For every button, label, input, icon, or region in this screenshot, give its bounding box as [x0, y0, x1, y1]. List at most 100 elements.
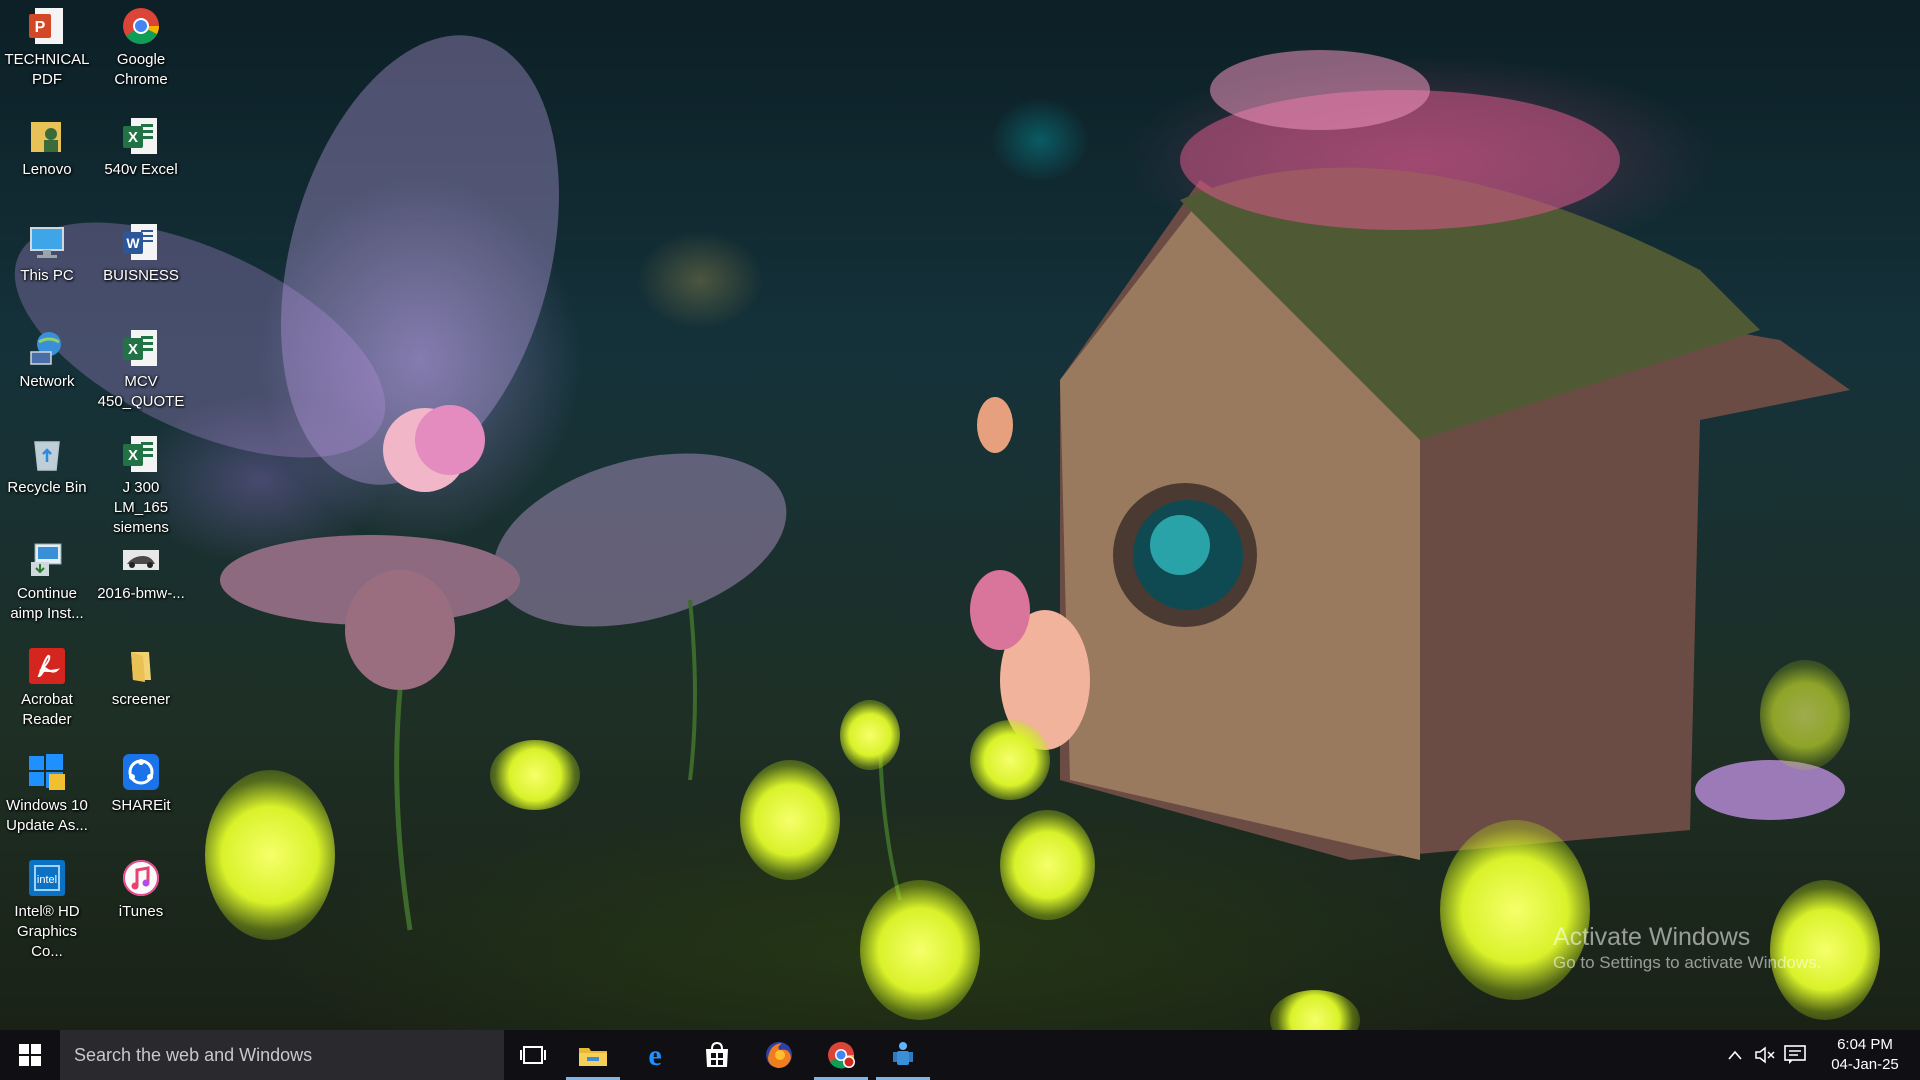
- desktop-icon-recycle-bin[interactable]: Recycle Bin: [0, 430, 94, 530]
- svg-text:X: X: [128, 447, 138, 464]
- desktop-icon-label: 540v Excel: [104, 161, 178, 178]
- edge-icon: e: [648, 1041, 661, 1069]
- svg-text:intel: intel: [37, 874, 57, 886]
- desktop-wallpaper[interactable]: P TECHNICAL PDF Google Chrome Lenovo X 5…: [0, 0, 1920, 1030]
- firefox-icon: [766, 1042, 792, 1068]
- excel-icon: X: [121, 116, 161, 156]
- desktop-icon-2016-bmw[interactable]: 2016-bmw-...: [94, 536, 188, 636]
- store-icon: [706, 1041, 728, 1067]
- itunes-icon: [121, 858, 161, 898]
- desktop-icon-label: Recycle Bin: [7, 479, 87, 496]
- desktop-icon-network[interactable]: Network: [0, 324, 94, 424]
- chrome-icon: [828, 1042, 855, 1069]
- glow-bulb: [1000, 810, 1095, 920]
- desktop-icon-label: MCV 450_QUOTE: [97, 373, 185, 410]
- powerpoint-icon: P: [27, 6, 67, 46]
- svg-text:P: P: [35, 19, 46, 36]
- desktop-icon-540v-excel[interactable]: X 540v Excel: [94, 112, 188, 212]
- folder-icon: [121, 646, 161, 686]
- glow-bulb: [840, 700, 900, 770]
- desktop-icon-label: Intel® HD Graphics Co...: [14, 903, 80, 960]
- search-placeholder: Search the web and Windows: [74, 1044, 313, 1065]
- taskbar-chrome[interactable]: [810, 1030, 872, 1080]
- desktop-icon-label: Google Chrome: [114, 51, 168, 88]
- network-icon: [27, 328, 67, 368]
- desktop-icon-mcv-450-quote[interactable]: X MCV 450_QUOTE: [94, 324, 188, 424]
- volume-button[interactable]: [1750, 1046, 1780, 1064]
- taskbar-clock[interactable]: 6:04 PM 04-Jan-25: [1810, 1035, 1920, 1075]
- computer-icon: [27, 222, 67, 262]
- desktop-icon-screener[interactable]: screener: [94, 642, 188, 742]
- desktop-icon-label: Windows 10 Update As...: [6, 797, 88, 834]
- taskbar-file-explorer[interactable]: [562, 1030, 624, 1080]
- taskbar-app-figure[interactable]: [872, 1030, 934, 1080]
- desktop-icon-label: SHAREit: [111, 797, 171, 814]
- shareit-icon: [121, 752, 161, 792]
- svg-text:X: X: [128, 129, 138, 146]
- word-icon: W: [121, 222, 161, 262]
- windows-update-icon: [27, 752, 67, 792]
- desktop-icon-shareit[interactable]: SHAREit: [94, 748, 188, 848]
- taskbar-edge[interactable]: e: [624, 1030, 686, 1080]
- desktop-icon-label: Lenovo: [22, 161, 72, 178]
- glow-bulb: [490, 740, 580, 810]
- desktop-icon-google-chrome[interactable]: Google Chrome: [94, 2, 188, 102]
- clock-time: 6:04 PM: [1837, 1036, 1893, 1053]
- task-view-icon: [520, 1046, 546, 1064]
- taskbar: Search the web and Windows e 6:04 PM 04-…: [0, 1030, 1920, 1080]
- taskbar-store[interactable]: [686, 1030, 748, 1080]
- desktop-icon-windows10-update[interactable]: Windows 10 Update As...: [0, 748, 94, 848]
- svg-text:X: X: [128, 341, 138, 358]
- file-explorer-icon: [579, 1048, 607, 1066]
- svg-text:W: W: [126, 235, 140, 251]
- desktop-icon-j300-siemens[interactable]: X J 300 LM_165 siemens: [94, 430, 188, 536]
- task-view-button[interactable]: [504, 1030, 562, 1080]
- desktop-icon-this-pc[interactable]: This PC: [0, 218, 94, 318]
- desktop-icon-itunes[interactable]: iTunes: [94, 854, 188, 954]
- glow-bulb: [205, 770, 335, 940]
- chevron-up-icon: [1728, 1050, 1742, 1060]
- desktop-icon-label: iTunes: [118, 903, 164, 920]
- chrome-icon: [121, 6, 161, 46]
- desktop-icon-label: Acrobat Reader: [21, 691, 73, 728]
- desktop-icon-label: J 300 LM_165 siemens: [113, 479, 169, 536]
- desktop-icon-technical-pdf[interactable]: P TECHNICAL PDF: [0, 2, 94, 102]
- clock-date: 04-Jan-25: [1831, 1056, 1899, 1073]
- excel-icon: X: [121, 434, 161, 474]
- installer-icon: [27, 540, 67, 580]
- desktop-icon-intel-hd-graphics[interactable]: intel Intel® HD Graphics Co...: [0, 854, 94, 960]
- desktop-icon-acrobat-reader[interactable]: Acrobat Reader: [0, 642, 94, 742]
- desktop-icon-lenovo[interactable]: Lenovo: [0, 112, 94, 212]
- watermark-title: Activate Windows: [1553, 923, 1751, 951]
- image-file-icon: [121, 540, 161, 580]
- desktop-icon-label: TECHNICAL PDF: [4, 51, 90, 88]
- desktop-icon-label: Network: [19, 373, 75, 390]
- windows-logo-icon: [19, 1044, 41, 1066]
- user-folder-icon: [27, 116, 67, 156]
- taskbar-firefox[interactable]: [748, 1030, 810, 1080]
- glow-bulb: [970, 720, 1050, 800]
- glow-bulb: [1760, 660, 1850, 770]
- activate-windows-watermark: Activate Windows Go to Settings to activ…: [1553, 922, 1821, 974]
- desktop-icon-label: This PC: [20, 267, 74, 284]
- desktop-icon-label: 2016-bmw-...: [97, 585, 185, 602]
- desktop-icon-continue-aimp[interactable]: Continue aimp Inst...: [0, 536, 94, 636]
- acrobat-icon: [27, 646, 67, 686]
- action-center-button[interactable]: [1780, 1045, 1810, 1065]
- notifications-icon: [1784, 1045, 1806, 1064]
- glow-bulb: [740, 760, 840, 880]
- svg-text:e: e: [648, 1041, 661, 1069]
- glow-bulb: [860, 880, 980, 1020]
- desktop-icon-label: Continue aimp Inst...: [10, 585, 84, 622]
- intel-graphics-icon: intel: [27, 858, 67, 898]
- volume-muted-icon: [1755, 1046, 1775, 1064]
- start-button[interactable]: [0, 1030, 60, 1080]
- recycle-bin-icon: [27, 434, 67, 474]
- house-illustration: [977, 50, 1850, 860]
- excel-icon: X: [121, 328, 161, 368]
- desktop-icon-label: screener: [111, 691, 171, 708]
- desktop-icon-label: BUISNESS: [103, 267, 179, 284]
- desktop-icon-buisness[interactable]: W BUISNESS: [94, 218, 188, 318]
- search-box[interactable]: Search the web and Windows: [60, 1030, 504, 1080]
- show-hidden-icons-button[interactable]: [1720, 1049, 1750, 1061]
